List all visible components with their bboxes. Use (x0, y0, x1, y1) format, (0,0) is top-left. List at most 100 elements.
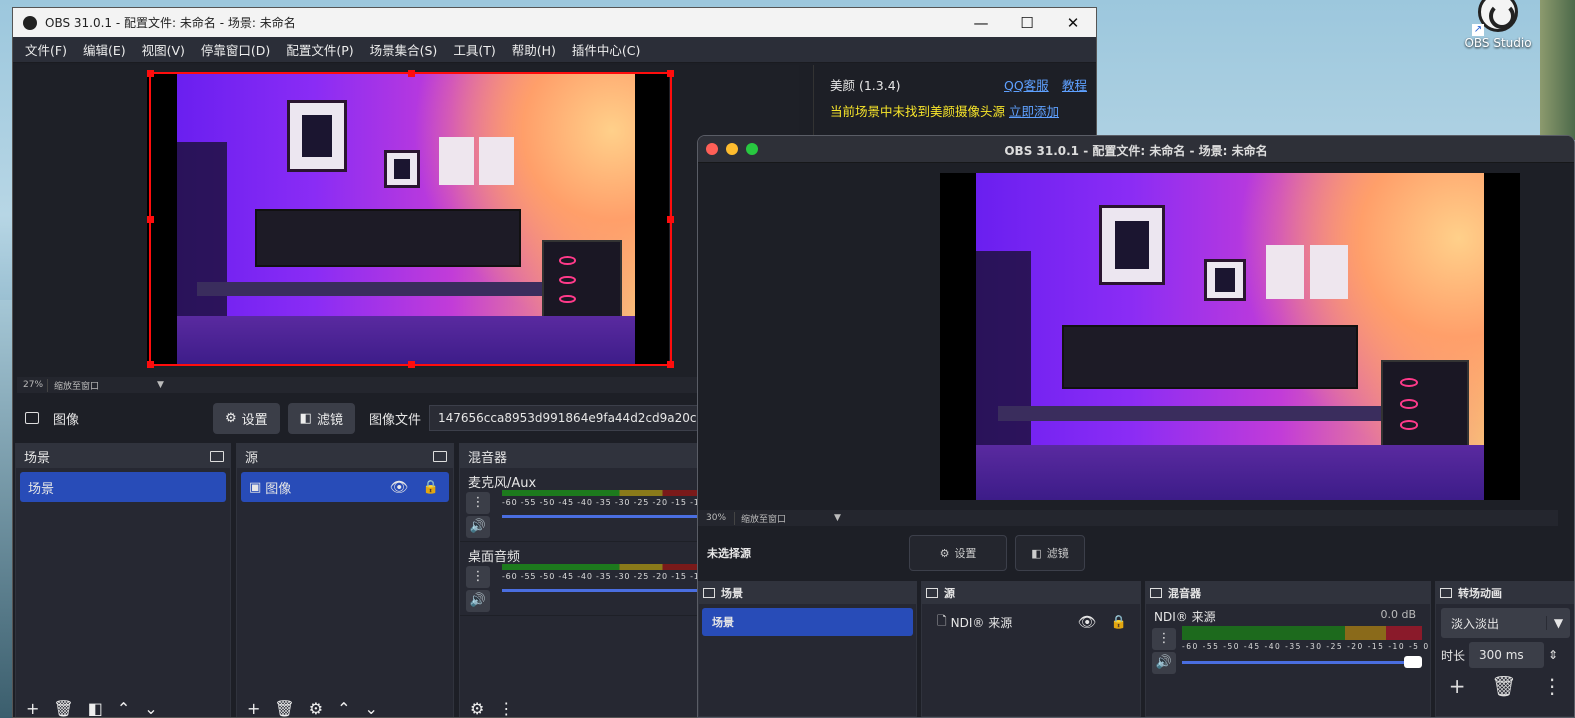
chevron-down-icon[interactable]: ▼ (834, 513, 841, 523)
qq-support-link[interactable]: QQ客服 (1004, 75, 1049, 94)
maximize-button[interactable]: ☐ (1004, 14, 1050, 32)
kebab-icon[interactable]: ⋮ (466, 566, 490, 588)
duration-label: 时长 (1441, 648, 1466, 663)
scene-item[interactable]: 场景 (702, 608, 913, 636)
kebab-icon[interactable]: ⋮ (1542, 674, 1562, 698)
transitions-dock: 转场动画 淡入淡出 ▼ 时长 300 ms ⇕ + 🗑 ⋮ (1435, 581, 1574, 717)
transition-select[interactable]: 淡入淡出 ▼ (1441, 608, 1570, 638)
menu-view[interactable]: 视图(V) (134, 40, 193, 59)
volume-slider[interactable] (502, 589, 698, 592)
source-properties-bar: 图像 ⚙ 设置 ◧ 滤镜 图像文件 147656cca8953d991864e9fa… (17, 398, 707, 438)
menu-tools[interactable]: 工具(T) (445, 40, 503, 59)
transition-value: 淡入淡出 (1451, 616, 1500, 631)
eye-icon[interactable]: 👁 (390, 478, 409, 496)
add-icon[interactable]: + (1449, 674, 1466, 698)
undock-icon[interactable] (1440, 588, 1452, 598)
selection-box[interactable] (147, 70, 674, 368)
mixer-title: 混音器 (468, 450, 508, 466)
menu-file[interactable]: 文件(F) (17, 40, 75, 59)
settings-button[interactable]: ⚙ 设置 (213, 402, 280, 434)
zoom-mode[interactable]: 缩放至窗口 (734, 511, 834, 525)
sources-title: 源 (944, 587, 955, 600)
desktop-obs-shortcut[interactable]: ↗ OBS Studio (1460, 0, 1536, 62)
menu-bar: 文件(F) 编辑(E) 视图(V) 停靠窗口(D) 配置文件(P) 场景集合(S… (13, 37, 1096, 63)
close-button[interactable]: ✕ (1050, 14, 1096, 32)
undock-icon[interactable] (210, 450, 224, 462)
menu-profile[interactable]: 配置文件(P) (278, 40, 361, 59)
up-icon[interactable]: ⌃ (337, 699, 350, 717)
kebab-icon[interactable]: ⋮ (498, 699, 514, 717)
tutorial-link[interactable]: 教程 (1062, 75, 1087, 94)
preview-area[interactable] (17, 65, 799, 377)
slider-handle[interactable] (1404, 656, 1422, 668)
file-icon: 🗋 (937, 613, 947, 628)
down-icon[interactable]: ⌄ (144, 699, 157, 717)
mixer-channel-desktop: 桌面音频 ⋮ 🔊 -60 -55 -50 -45 -40 -35 -30 -25… (460, 542, 703, 616)
speaker-icon[interactable]: 🔊 (466, 516, 490, 538)
meter-ticks: -60 -55 -50 -45 -40 -35 -30 -25 -20 -15 … (502, 498, 704, 507)
scenes-dock: 场景 场景 (698, 581, 917, 717)
menu-help[interactable]: 帮助(H) (504, 40, 564, 59)
filters-label: 滤镜 (1046, 547, 1069, 560)
source-item[interactable]: 🗋 NDI® 来源 👁 🔒 (925, 608, 1137, 636)
gear-icon[interactable]: ⚙ (309, 699, 323, 717)
menu-plugins[interactable]: 插件中心(C) (564, 40, 648, 59)
menu-edit[interactable]: 编辑(E) (75, 40, 134, 59)
add-now-link[interactable]: 立即添加 (1009, 104, 1059, 119)
undock-icon[interactable] (433, 450, 447, 462)
minimize-button[interactable]: — (958, 14, 1004, 32)
stepper-icon[interactable]: ⇕ (1548, 648, 1558, 662)
preview-canvas[interactable] (940, 173, 1520, 500)
undock-icon[interactable] (926, 588, 938, 598)
mixer-dock: 混音器 NDI® 来源 0.0 dB ⋮ 🔊 -60 -55 -50 -45 -4… (1145, 581, 1431, 717)
mixer-title: 混音器 (1168, 587, 1201, 600)
trash-icon[interactable]: 🗑 (1491, 674, 1516, 698)
scenes-toolbar: + 🗑 ◧ ⌃ ⌄ (16, 696, 230, 717)
image-icon (25, 412, 39, 424)
lock-icon[interactable]: 🔒 (423, 480, 439, 495)
eye-icon[interactable]: 👁 (1078, 613, 1097, 631)
obs-mac-window: OBS 31.0.1 - 配置文件: 未命名 - 场景: 未命名 30% 缩放至… (697, 135, 1575, 718)
zoom-level: 27% (23, 380, 44, 390)
add-icon[interactable]: + (26, 699, 39, 717)
up-icon[interactable]: ⌃ (117, 699, 130, 717)
zoom-mode[interactable]: 缩放至窗口 (47, 378, 157, 392)
undock-icon[interactable] (703, 588, 715, 598)
filters-button[interactable]: ◧ 滤镜 (1015, 535, 1085, 571)
trash-icon[interactable]: 🗑 (274, 699, 294, 717)
filter-icon: ◧ (1031, 546, 1042, 560)
scene-item[interactable]: 场景 (20, 472, 226, 502)
selected-source-label: 图像 (53, 412, 80, 428)
channel-name: 麦克风/Aux (468, 476, 537, 491)
obs-app-icon (23, 15, 37, 30)
volume-meter: -60 -55 -50 -45 -40 -35 -30 -25 -20 -15 … (1182, 626, 1428, 668)
kebab-icon[interactable]: ⋮ (466, 492, 490, 514)
mixer-channel-ndi: NDI® 来源 0.0 dB ⋮ 🔊 -60 -55 -50 -45 -40 -3… (1146, 604, 1430, 684)
add-icon[interactable]: + (247, 699, 260, 717)
volume-slider[interactable] (1182, 656, 1422, 668)
speaker-icon[interactable]: 🔊 (466, 590, 490, 612)
menu-scene-collection[interactable]: 场景集合(S) (362, 40, 446, 59)
source-item[interactable]: ▣ 图像 👁 🔒 (241, 472, 449, 502)
kebab-icon[interactable]: ⋮ (1152, 628, 1176, 650)
scenes-dock: 场景 场景 + 🗑 ◧ ⌃ ⌄ (15, 443, 231, 717)
no-source-label: 未选择源 (707, 547, 751, 560)
undock-icon[interactable] (1150, 588, 1162, 598)
trash-icon[interactable]: 🗑 (53, 699, 73, 717)
filters-button[interactable]: ◧ 滤镜 (287, 402, 355, 434)
sources-title: 源 (245, 450, 259, 466)
volume-slider[interactable] (502, 515, 698, 518)
menu-docks[interactable]: 停靠窗口(D) (193, 40, 278, 59)
image-icon: ▣ (249, 479, 262, 495)
image-file-field[interactable]: 147656cca8953d991864e9fa44d2cd9a20c (429, 405, 699, 431)
duration-input[interactable]: 300 ms (1469, 642, 1545, 668)
filter-icon[interactable]: ◧ (88, 699, 103, 717)
beauty-plugin-panel: 美颜 (1.3.4) QQ客服 教程 当前场景中未找到美颜摄像头源 立即添加 (813, 65, 1096, 145)
chevron-down-icon[interactable]: ▼ (157, 380, 164, 390)
mixer-dock: 混音器 麦克风/Aux ⋮ 🔊 -60 -55 -50 -45 -40 -35 … (459, 443, 704, 717)
speaker-icon[interactable]: 🔊 (1152, 652, 1176, 674)
down-icon[interactable]: ⌄ (364, 699, 377, 717)
lock-icon[interactable]: 🔒 (1111, 615, 1127, 630)
gear-icon[interactable]: ⚙ (470, 699, 484, 717)
settings-button[interactable]: ⚙ 设置 (909, 535, 1007, 571)
